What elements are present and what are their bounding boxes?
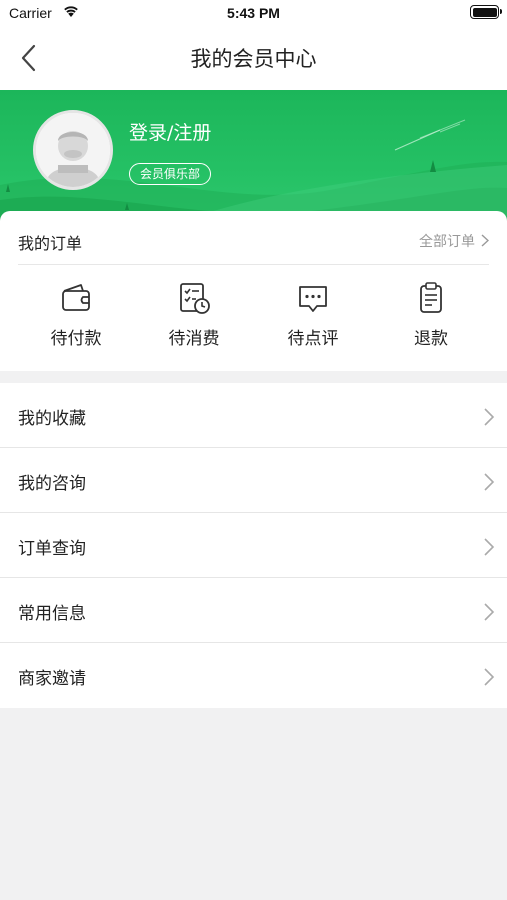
order-item-pending-payment[interactable]: 待付款 [31, 281, 121, 356]
order-item-label: 待付款 [50, 329, 102, 349]
order-item-pending-use[interactable]: 待消费 [149, 281, 239, 356]
clipboard-icon [420, 282, 442, 313]
menu-item-label: 订单查询 [18, 539, 86, 559]
all-orders-link[interactable]: 全部订单 [419, 231, 489, 251]
chevron-right-icon [484, 603, 495, 621]
chevron-right-icon [484, 408, 495, 426]
chevron-right-icon [484, 538, 495, 556]
member-club-badge[interactable]: 会员俱乐部 [129, 163, 212, 185]
menu-item-common-info[interactable]: 常用信息 [0, 578, 507, 643]
page-title: 我的会员中心 [190, 47, 317, 71]
chevron-right-icon [481, 234, 489, 247]
checklist-clock-icon [180, 283, 210, 314]
menu-item-label: 常用信息 [18, 604, 86, 624]
comment-icon [299, 286, 327, 312]
order-item-label: 退款 [414, 329, 448, 349]
status-bar: Carrier 5:43 PM [0, 0, 507, 26]
orders-header: 我的订单 全部订单 [18, 211, 489, 265]
menu-item-label: 我的咨询 [18, 474, 86, 494]
menu-item-favorites[interactable]: 我的收藏 [0, 383, 507, 448]
battery-icon [470, 5, 502, 19]
menu-list: 我的收藏 我的咨询 订单查询 常用信息 商家邀请 [0, 383, 507, 708]
menu-item-label: 我的收藏 [18, 409, 86, 429]
menu-item-order-lookup[interactable]: 订单查询 [0, 513, 507, 578]
chevron-right-icon [484, 668, 495, 686]
order-item-label: 待消费 [168, 329, 220, 349]
default-avatar-icon [36, 113, 110, 187]
orders-card: 我的订单 全部订单 待付款 待消费 待点评 退款 [0, 211, 507, 371]
nav-bar: 我的会员中心 [0, 26, 507, 90]
login-register-link[interactable]: 登录/注册 [129, 118, 211, 145]
clock: 5:43 PM [227, 5, 280, 21]
menu-item-label: 商家邀请 [18, 669, 86, 689]
order-item-refund[interactable]: 退款 [386, 281, 476, 356]
menu-item-merchant-invite[interactable]: 商家邀请 [0, 643, 507, 708]
order-item-pending-review[interactable]: 待点评 [268, 281, 358, 356]
chevron-right-icon [484, 473, 495, 491]
order-status-row: 待付款 待消费 待点评 退款 [0, 281, 507, 361]
all-orders-label: 全部订单 [419, 234, 475, 250]
orders-title: 我的订单 [18, 234, 83, 253]
menu-item-consultations[interactable]: 我的咨询 [0, 448, 507, 513]
avatar[interactable] [33, 110, 113, 190]
wallet-icon [62, 284, 90, 311]
profile-banner: 登录/注册 会员俱乐部 [0, 90, 507, 230]
order-item-label: 待点评 [287, 329, 339, 349]
